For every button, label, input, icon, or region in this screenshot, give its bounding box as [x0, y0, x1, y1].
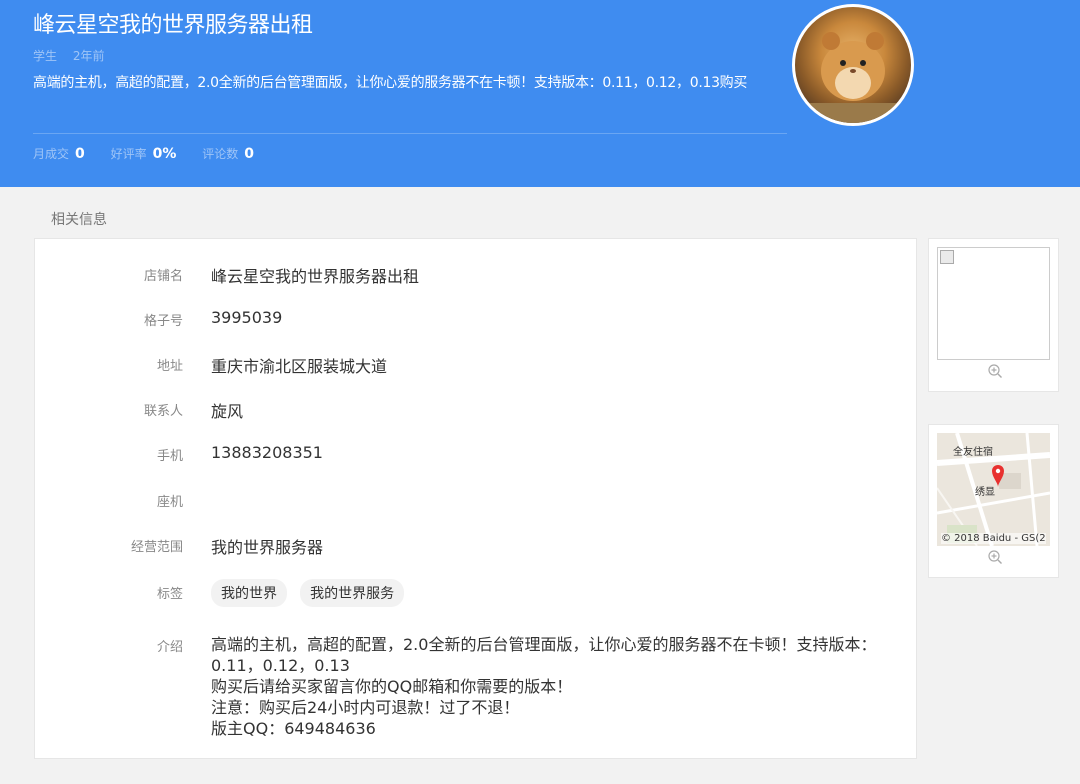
map-copyright: © 2018 Baidu - GS(2 [941, 533, 1046, 544]
tag-item[interactable]: 我的世界服务 [300, 579, 405, 607]
map-poi-1: 全友住宿 [953, 447, 993, 458]
shop-title: 峰云星空我的世界服务器出租 [33, 13, 313, 38]
shop-header: 峰云星空我的世界服务器出租 学生 2年前 高端的主机，高超的配置，2.0全新的后… [0, 0, 1080, 187]
owner-role: 学生 [33, 49, 58, 63]
zoom-in-icon[interactable] [987, 549, 1003, 569]
shop-meta: 学生 2年前 [33, 47, 116, 64]
image-card [928, 238, 1059, 392]
section-title: 相关信息 [51, 212, 107, 228]
shop-description: 高端的主机，高超的配置，2.0全新的后台管理面版，让你心爱的服务器不在卡顿！支持… [33, 75, 748, 91]
info-card: 店铺名 峰云星空我的世界服务器出租 格子号 3995039 地址 重庆市渝北区服… [34, 238, 917, 759]
header-divider [33, 133, 787, 134]
map-poi-2: 绣显 [975, 487, 995, 498]
shop-avatar[interactable] [792, 4, 914, 126]
broken-image-icon [940, 250, 954, 264]
intro-text: 高端的主机，高超的配置，2.0全新的后台管理面版，让你心爱的服务器不在卡顿！支持… [211, 635, 877, 738]
stat-monthly-sales: 月成交 0 [33, 146, 85, 162]
zoom-in-icon[interactable] [987, 363, 1003, 383]
stat-review-count: 评论数 0 [202, 146, 254, 162]
post-time: 2年前 [72, 49, 105, 63]
shop-image[interactable] [937, 247, 1050, 360]
location-map[interactable]: 全友住宿 绣显 © 2018 Baidu - GS(2 [937, 433, 1050, 546]
stat-positive-rate: 好评率 0% [110, 146, 177, 162]
shop-stats: 月成交 0 好评率 0% 评论数 0 [33, 145, 276, 162]
map-card: 全友住宿 绣显 © 2018 Baidu - GS(2 [928, 424, 1059, 578]
tag-item[interactable]: 我的世界 [211, 579, 287, 607]
